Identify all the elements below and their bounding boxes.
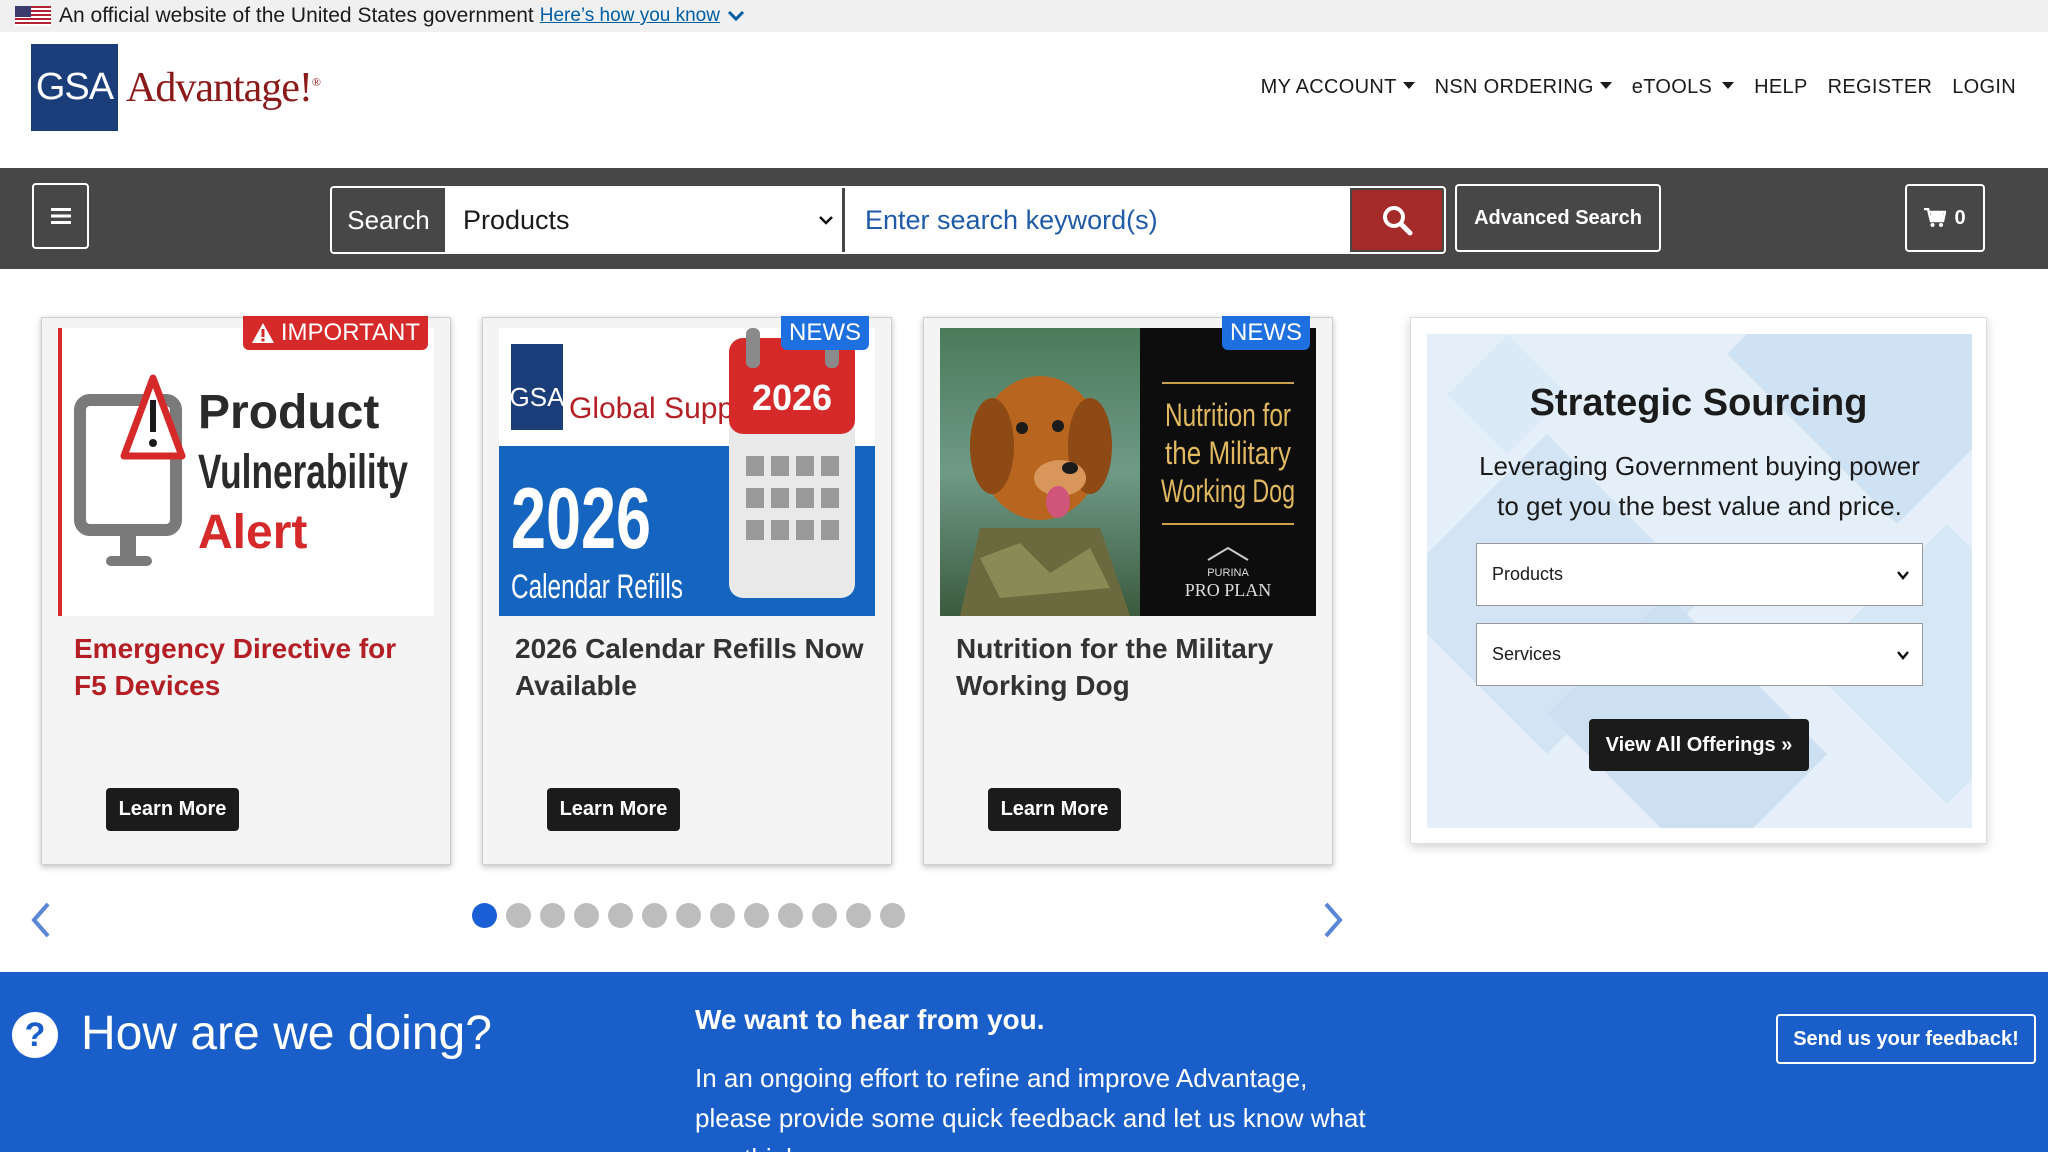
chevron-down-icon xyxy=(1897,650,1909,660)
advanced-search-button[interactable]: Advanced Search xyxy=(1455,184,1661,252)
carousel-dot[interactable] xyxy=(812,903,837,928)
cart-button[interactable]: 0 xyxy=(1905,184,1985,252)
gov-banner-text: An official website of the United States… xyxy=(59,4,534,27)
strategic-text: Leveraging Government buying power to ge… xyxy=(1479,451,1920,521)
card-image-line2: the Military xyxy=(1165,435,1291,471)
carousel-dot[interactable] xyxy=(778,903,803,928)
carousel-dot[interactable] xyxy=(540,903,565,928)
carousel-dot[interactable] xyxy=(574,903,599,928)
question-icon: ? xyxy=(12,1012,58,1058)
nav-etools[interactable]: eTOOLS xyxy=(1632,76,1735,99)
carousel-dots xyxy=(472,903,905,928)
carousel-card: Nutrition for the Military Working Dog P… xyxy=(923,316,1333,865)
caret-down-icon xyxy=(1402,82,1415,89)
card-title[interactable]: Nutrition for the Military Working Dog xyxy=(956,630,1306,704)
send-feedback-button[interactable]: Send us your feedback! xyxy=(1776,1014,2036,1064)
carousel-card: Product Vulnerability Alert IMPORTANT Em… xyxy=(41,316,451,865)
card-image-line1: Product xyxy=(198,386,379,439)
card-image-line2: Vulnerability xyxy=(198,446,408,499)
search-label: Search xyxy=(332,188,445,252)
view-all-offerings-button[interactable]: View All Offerings » xyxy=(1589,719,1809,771)
strategic-sourcing-panel: Strategic Sourcing Leveraging Government… xyxy=(1410,317,1987,844)
feedback-heading: How are we doing? xyxy=(81,1007,492,1060)
search-category-select[interactable]: Products xyxy=(445,188,845,252)
search-input[interactable] xyxy=(845,188,1350,252)
card-image-brand2: PRO PLAN xyxy=(1185,580,1272,600)
us-flag-icon xyxy=(15,6,51,26)
carousel-dot[interactable] xyxy=(710,903,735,928)
caret-down-icon xyxy=(1599,82,1612,89)
gsa-logo-box: GSA xyxy=(31,44,118,131)
card-image-year: 2026 xyxy=(511,471,651,567)
important-badge: IMPORTANT xyxy=(242,316,428,350)
carousel-dot[interactable] xyxy=(744,903,769,928)
nav-login[interactable]: LOGIN xyxy=(1952,76,2016,99)
chevron-down-icon xyxy=(1897,570,1909,580)
card-image-line3: Working Dog xyxy=(1161,473,1295,509)
feedback-section: ? How are we doing? We want to hear from… xyxy=(0,972,2048,1152)
learn-more-button[interactable]: Learn More xyxy=(547,788,680,831)
carousel-dot[interactable] xyxy=(642,903,667,928)
nav-nsn-ordering[interactable]: NSN ORDERING xyxy=(1435,76,1612,99)
card-image-gsa: GSA xyxy=(510,382,566,412)
nav-help[interactable]: HELP xyxy=(1754,76,1807,99)
search-bar: Search Products Advanced Search 0 xyxy=(0,168,2048,269)
hamburger-menu-button[interactable] xyxy=(32,183,89,249)
card-image-sub: Calendar Refills xyxy=(511,568,683,606)
gov-banner-link[interactable]: Here’s how you know xyxy=(540,5,720,27)
caret-down-icon xyxy=(1722,82,1735,89)
card-image-brand1: PURINA xyxy=(1207,567,1249,579)
top-nav: MY ACCOUNT NSN ORDERING eTOOLS HELP REGI… xyxy=(1241,76,2016,99)
card-image-line1: Nutrition for xyxy=(1165,397,1291,433)
warning-icon xyxy=(251,323,274,343)
cart-icon xyxy=(1924,208,1947,227)
gsa-advantage-logo[interactable]: GSA Advantage!® xyxy=(31,44,321,131)
card-title[interactable]: Emergency Directive for F5 Devices xyxy=(74,630,424,704)
card-image: Nutrition for the Military Working Dog P… xyxy=(940,328,1316,616)
nav-register[interactable]: REGISTER xyxy=(1828,76,1933,99)
hamburger-icon xyxy=(50,208,71,224)
carousel-dot[interactable] xyxy=(880,903,905,928)
chevron-right-icon[interactable] xyxy=(1318,900,1348,940)
products-select[interactable]: Products xyxy=(1476,543,1923,606)
feedback-body: In an ongoing effort to refine and impro… xyxy=(695,1063,1366,1152)
chevron-down-icon xyxy=(819,216,833,225)
search-button[interactable] xyxy=(1352,190,1442,250)
chevron-left-icon[interactable] xyxy=(26,900,56,940)
card-image: GSA Global Supply 2026 Calendar Refills … xyxy=(499,328,875,616)
carousel-dot[interactable] xyxy=(846,903,871,928)
cart-count: 0 xyxy=(1954,206,1966,229)
carousel-card: GSA Global Supply 2026 Calendar Refills … xyxy=(482,316,892,865)
chevron-down-icon[interactable] xyxy=(726,6,746,26)
card-title[interactable]: 2026 Calendar Refills Now Available xyxy=(515,630,865,704)
search-group: Search Products xyxy=(330,186,1446,254)
feedback-subheading: We want to hear from you. xyxy=(695,1004,1045,1035)
carousel-dot[interactable] xyxy=(506,903,531,928)
strategic-title: Strategic Sourcing xyxy=(1529,382,1868,424)
card-image: Product Vulnerability Alert xyxy=(58,328,434,616)
card-image-line3: Alert xyxy=(198,506,307,559)
news-badge: NEWS xyxy=(1222,316,1310,350)
site-header: GSA Advantage!® MY ACCOUNT NSN ORDERING … xyxy=(0,32,2048,168)
nav-my-account[interactable]: MY ACCOUNT xyxy=(1261,76,1415,99)
learn-more-button[interactable]: Learn More xyxy=(988,788,1121,831)
carousel-dot[interactable] xyxy=(608,903,633,928)
card-image-brand: Global Supply xyxy=(569,392,756,425)
gov-banner: An official website of the United States… xyxy=(0,0,2048,32)
learn-more-button[interactable]: Learn More xyxy=(106,788,239,831)
search-icon xyxy=(1383,206,1413,236)
services-select[interactable]: Services xyxy=(1476,623,1923,686)
news-badge: NEWS xyxy=(781,316,869,350)
advantage-wordmark: Advantage!® xyxy=(126,64,321,111)
card-image-calendar-year: 2026 xyxy=(752,377,832,418)
carousel-dot[interactable] xyxy=(676,903,701,928)
carousel-dot[interactable] xyxy=(472,903,497,928)
